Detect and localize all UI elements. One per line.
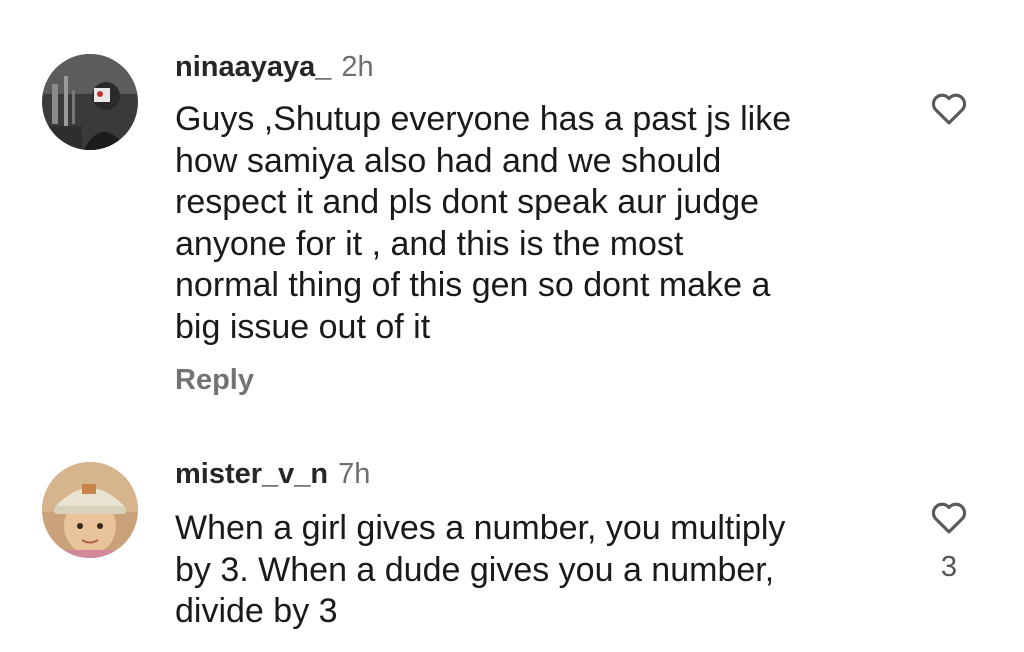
comment-item: ninaayaya_ 2h Guys ,Shutup everyone has a… (0, 0, 1024, 420)
username[interactable]: mister_v_n (175, 458, 328, 490)
comment-text: Guys ,Shutup everyone has a past js like… (175, 100, 792, 346)
reply-button[interactable]: Reply (175, 362, 254, 398)
comment-header: mister_v_n 7h (175, 456, 370, 492)
comment-item: mister_v_n 7h When a girl gives a number,… (0, 440, 1024, 652)
avatar[interactable] (42, 462, 138, 558)
avatar-image (42, 462, 138, 558)
heart-outline-icon[interactable] (926, 496, 972, 538)
avatar[interactable] (42, 54, 138, 150)
comment-header: ninaayaya_ 2h (175, 49, 374, 85)
avatar-image (42, 54, 138, 150)
heart-outline-icon[interactable] (926, 87, 972, 129)
timestamp: 7h (338, 458, 371, 490)
like-count: 3 (940, 551, 958, 583)
comment-text: When a girl gives a number, you multiply… (175, 509, 786, 630)
username[interactable]: ninaayaya_ (175, 51, 331, 83)
timestamp: 2h (341, 51, 374, 83)
